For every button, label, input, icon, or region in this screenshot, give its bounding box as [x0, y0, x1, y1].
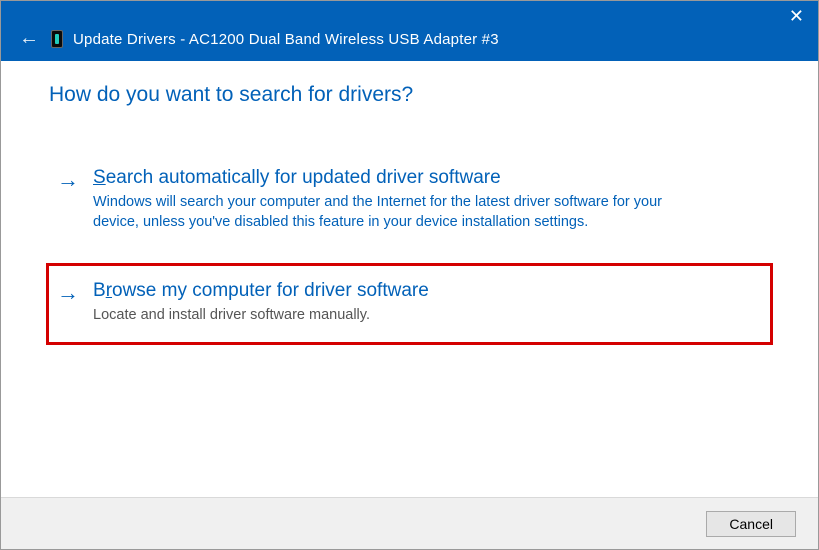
- window-title: Update Drivers - AC1200 Dual Band Wirele…: [73, 31, 499, 48]
- option-accel: S: [93, 167, 106, 188]
- option-title: Search automatically for updated driver …: [93, 167, 752, 189]
- content-area: How do you want to search for drivers? →…: [1, 61, 818, 497]
- option-title: Browse my computer for driver software: [93, 280, 752, 302]
- device-icon: [51, 30, 63, 48]
- option-text: Search automatically for updated driver …: [93, 167, 752, 232]
- cancel-button[interactable]: Cancel: [706, 511, 796, 537]
- option-text: Browse my computer for driver software L…: [93, 280, 752, 326]
- update-drivers-dialog: ✕ ← Update Drivers - AC1200 Dual Band Wi…: [0, 0, 819, 550]
- option-description: Windows will search your computer and th…: [93, 193, 673, 232]
- option-description: Locate and install driver software manua…: [93, 306, 673, 326]
- option-title-rest: owse my computer for driver software: [112, 280, 429, 301]
- option-search-automatically[interactable]: → Search automatically for updated drive…: [49, 153, 770, 248]
- close-icon[interactable]: ✕: [789, 7, 804, 25]
- back-icon[interactable]: ←: [19, 27, 39, 50]
- arrow-right-icon: →: [57, 169, 79, 191]
- footer: Cancel: [1, 497, 818, 549]
- page-heading: How do you want to search for drivers?: [49, 83, 770, 107]
- option-title-rest: earch automatically for updated driver s…: [106, 167, 501, 188]
- option-browse-computer[interactable]: → Browse my computer for driver software…: [49, 266, 770, 342]
- titlebar: ✕ ← Update Drivers - AC1200 Dual Band Wi…: [1, 1, 818, 61]
- option-accel-b: B: [93, 280, 106, 301]
- arrow-right-icon: →: [57, 282, 79, 304]
